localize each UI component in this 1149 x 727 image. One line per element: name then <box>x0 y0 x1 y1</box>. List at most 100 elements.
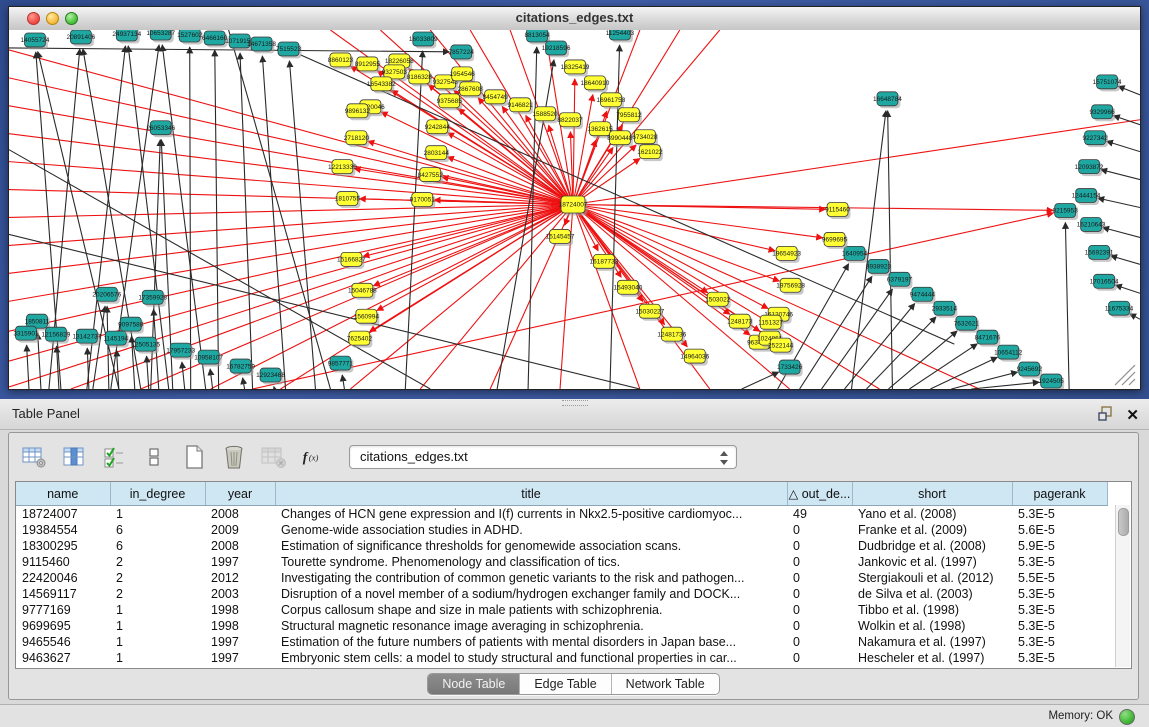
svg-text:11254403: 11254403 <box>606 30 635 37</box>
svg-text:9146821: 9146821 <box>507 102 533 109</box>
svg-text:1640954: 1640954 <box>842 251 868 258</box>
new-table-button[interactable] <box>181 444 207 470</box>
clear-selection-button[interactable] <box>141 444 167 470</box>
svg-text:3315901: 3315901 <box>13 330 39 337</box>
table-row[interactable]: 1830029562008Estimation of significance … <box>16 538 1107 554</box>
svg-text:2718120: 2718120 <box>344 135 370 142</box>
table-row[interactable]: 911546021997Tourette syndrome. Phenomeno… <box>16 554 1107 570</box>
svg-text:15692391: 15692391 <box>1085 250 1114 257</box>
column-header-4[interactable]: △ out_de... <box>787 482 852 506</box>
tab-edge-table[interactable]: Edge Table <box>520 674 611 694</box>
svg-text:10653287: 10653287 <box>146 30 175 37</box>
svg-text:15166827: 15166827 <box>337 257 366 264</box>
svg-text:24937134: 24937134 <box>112 31 141 38</box>
svg-text:8215953: 8215953 <box>1053 208 1079 215</box>
svg-text:8813054: 8813054 <box>524 32 550 39</box>
delete-table-button[interactable] <box>221 444 247 470</box>
network-canvas[interactable]: 1872400714055724208914062493713410653287… <box>9 30 1140 389</box>
svg-text:6734028: 6734028 <box>632 134 658 141</box>
table-panel-body: f (x) citations_edges.txt namein_degreey… <box>8 432 1139 700</box>
column-header-5[interactable]: short <box>852 482 1012 506</box>
svg-text:16782759: 16782759 <box>226 363 255 370</box>
float-panel-icon[interactable] <box>1098 405 1114 426</box>
column-header-6[interactable]: pagerank <box>1012 482 1107 506</box>
table-settings-button[interactable] <box>21 444 47 470</box>
table-row[interactable]: 1456911722003Disruption of a novel membe… <box>16 586 1107 602</box>
svg-text:16543382: 16543382 <box>367 81 396 88</box>
svg-text:8471676: 8471676 <box>975 334 1001 341</box>
svg-text:9245692: 9245692 <box>1017 366 1043 373</box>
svg-text:14964036: 14964036 <box>680 353 709 360</box>
table-row[interactable]: 946554611997Estimation of the future num… <box>16 634 1107 650</box>
svg-text:9170051: 9170051 <box>410 197 436 204</box>
svg-text:1527602: 1527602 <box>177 32 203 39</box>
attribute-table[interactable]: namein_degreeyeartitle△ out_de...shortpa… <box>15 481 1132 669</box>
memory-status-indicator[interactable] <box>1119 709 1135 725</box>
svg-text:12093872: 12093872 <box>1075 164 1104 171</box>
table-type-tabbar: Node Table Edge Table Network Table <box>9 673 1138 699</box>
svg-text:15493040: 15493040 <box>614 284 643 291</box>
svg-text:12923468: 12923468 <box>256 372 285 379</box>
svg-text:6466160: 6466160 <box>202 35 228 42</box>
window-resize-grip[interactable] <box>1115 365 1135 385</box>
svg-text:11675334: 11675334 <box>1105 305 1134 312</box>
tab-node-table[interactable]: Node Table <box>428 674 520 694</box>
svg-text:9227342: 9227342 <box>1082 135 1108 142</box>
table-row[interactable]: 946362711997Embryonic stem cells: a mode… <box>16 650 1107 666</box>
svg-text:1151327: 1151327 <box>758 319 783 326</box>
svg-text:15046788: 15046788 <box>348 287 377 294</box>
svg-text:8938923: 8938923 <box>866 264 892 271</box>
svg-text:8990448: 8990448 <box>607 135 633 142</box>
panel-splitter-handle[interactable] <box>562 400 588 406</box>
function-builder-button[interactable]: f (x) <box>301 444 327 470</box>
column-header-1[interactable]: in_degree <box>110 482 205 506</box>
table-vertical-scrollbar[interactable] <box>1115 505 1130 667</box>
table-row[interactable]: 1872400712008Changes of HCN gene express… <box>16 506 1107 523</box>
svg-text:2522144: 2522144 <box>768 342 794 349</box>
scrollbar-thumb[interactable] <box>1118 508 1129 536</box>
column-header-3[interactable]: title <box>275 482 787 506</box>
svg-text:19218596: 19218596 <box>542 45 571 52</box>
table-row[interactable]: 1938455462009Genome-wide association stu… <box>16 522 1107 538</box>
svg-text:9375685: 9375685 <box>437 98 463 105</box>
table-row[interactable]: 2242004622012Investigating the contribut… <box>16 570 1107 586</box>
table-panel-header: Table Panel ✕ <box>0 399 1149 430</box>
show-columns-button[interactable] <box>61 444 87 470</box>
network-graph[interactable]: 1872400714055724208914062493713410653287… <box>9 30 1140 389</box>
svg-text:1503022: 1503022 <box>705 296 731 303</box>
svg-text:9097588: 9097588 <box>118 321 144 328</box>
table-panel: Table Panel ✕ <box>0 399 1149 727</box>
svg-text:9242844: 9242844 <box>425 124 451 131</box>
svg-text:12481736: 12481736 <box>657 331 686 338</box>
table-row[interactable]: 977716911998Corpus callosum shape and si… <box>16 602 1107 618</box>
svg-text:12213339: 12213339 <box>328 164 357 171</box>
network-window-titlebar[interactable]: citations_edges.txt <box>9 7 1140 31</box>
svg-text:19654923: 19654923 <box>772 251 801 258</box>
column-header-2[interactable]: year <box>205 482 275 506</box>
close-panel-icon[interactable]: ✕ <box>1126 408 1139 423</box>
svg-text:17359928: 17359928 <box>138 294 167 301</box>
svg-text:20206576: 20206576 <box>92 291 121 298</box>
svg-text:1733426: 1733426 <box>777 364 803 371</box>
table-body[interactable]: 1872400712008Changes of HCN gene express… <box>16 506 1107 667</box>
svg-text:16210643: 16210643 <box>1077 222 1106 229</box>
node-attribute-table[interactable]: namein_degreeyeartitle△ out_de...shortpa… <box>16 482 1108 666</box>
dropdown-stepper-icon <box>720 450 729 466</box>
column-header-0[interactable]: name <box>16 482 110 506</box>
svg-text:13142737: 13142737 <box>72 333 101 340</box>
select-all-button[interactable] <box>101 444 127 470</box>
svg-text:7625402: 7625402 <box>347 335 373 342</box>
svg-text:1145194: 1145194 <box>103 335 128 342</box>
svg-text:9896132: 9896132 <box>345 108 371 115</box>
svg-text:18724007: 18724007 <box>559 202 588 209</box>
svg-text:10654112: 10654112 <box>994 349 1023 356</box>
svg-text:14671358: 14671358 <box>247 41 276 48</box>
table-select-dropdown[interactable]: citations_edges.txt <box>349 445 737 469</box>
table-header-row[interactable]: namein_degreeyeartitle△ out_de...shortpa… <box>16 482 1107 506</box>
status-bar: Memory: OK <box>0 704 1149 727</box>
svg-text:8822037: 8822037 <box>557 117 583 124</box>
table-select-value: citations_edges.txt <box>360 449 468 464</box>
tab-network-table[interactable]: Network Table <box>612 674 719 694</box>
network-window[interactable]: citations_edges.txt 18724007140557242089… <box>8 6 1141 390</box>
table-row[interactable]: 969969511998Structural magnetic resonanc… <box>16 618 1107 634</box>
